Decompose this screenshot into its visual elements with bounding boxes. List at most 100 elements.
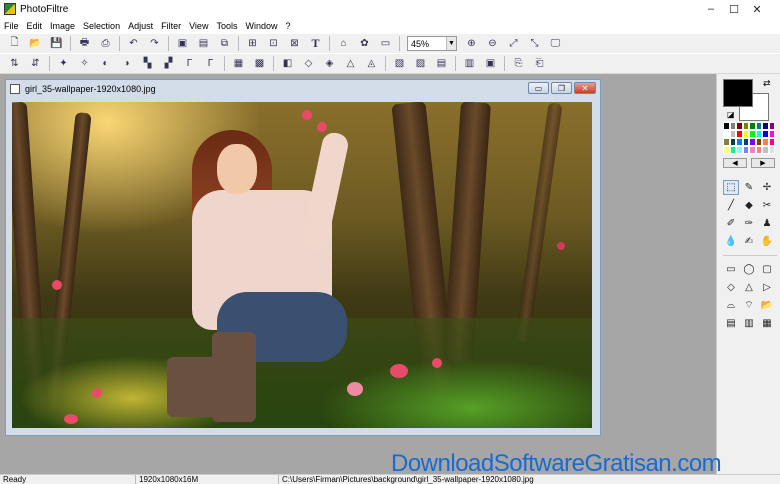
brush-icon[interactable]: ✐ [723, 216, 739, 231]
menu-adjust[interactable]: Adjust [124, 21, 157, 31]
scan-icon[interactable]: ⎙ [97, 36, 115, 52]
menu-window[interactable]: Window [241, 21, 281, 31]
rounded-rect-shape-icon[interactable]: ▢ [759, 262, 775, 277]
polygon-icon[interactable]: ⌔ [741, 298, 757, 313]
grayscale-icon[interactable]: ▦ [230, 56, 248, 72]
selection-tool-icon[interactable]: ⬚ [723, 180, 739, 195]
save-icon[interactable]: 💾 [48, 36, 66, 52]
fill-bucket-icon[interactable]: ◆ [741, 198, 757, 213]
spray-icon[interactable]: ✂ [759, 198, 775, 213]
browser-icon[interactable]: ⌂ [335, 36, 353, 52]
open-icon[interactable]: 📂 [27, 36, 45, 52]
rotate-left-icon[interactable]: ⎘ [510, 56, 528, 72]
palette-next-button[interactable]: ▶ [751, 158, 775, 168]
lasso-icon[interactable]: ⌓ [723, 298, 739, 313]
color-swatch[interactable] [768, 130, 775, 138]
diamond-shape-icon[interactable]: ◇ [723, 280, 739, 295]
toolbar-separator [385, 56, 386, 71]
align-center-icon[interactable]: ▥ [741, 316, 757, 331]
menu-view[interactable]: View [185, 21, 212, 31]
magic-wand-icon[interactable]: ✢ [759, 180, 775, 195]
undo-icon[interactable]: ↶ [125, 36, 143, 52]
menu-filter[interactable]: Filter [157, 21, 185, 31]
brightness-down-icon[interactable]: ✦ [55, 56, 73, 72]
text-icon[interactable]: T [307, 36, 325, 52]
foreground-color-swatch[interactable] [723, 79, 753, 107]
blur-icon[interactable]: ◧ [279, 56, 297, 72]
smudge-icon[interactable]: ✍ [741, 234, 757, 249]
document-window[interactable]: girl_35-wallpaper-1920x1080.jpg ▭ ❐ ✕ [5, 79, 601, 436]
gamma-up-icon[interactable]: Γ [202, 56, 220, 72]
crop-icon[interactable]: ⧉ [216, 36, 234, 52]
redo-icon[interactable]: ↷ [146, 36, 164, 52]
screen-icon[interactable]: 🖵 [547, 36, 565, 52]
flip-vertical-icon[interactable]: ▣ [482, 56, 500, 72]
align-left-icon[interactable]: ▤ [723, 316, 739, 331]
plugin-icon[interactable]: ✿ [356, 36, 374, 52]
color-swatch[interactable] [768, 122, 775, 130]
menu-tools[interactable]: Tools [212, 21, 241, 31]
fit-icon[interactable]: ⤢ [505, 36, 523, 52]
print-icon[interactable]: 🖶 [76, 36, 94, 52]
flip-horizontal-icon[interactable]: ▥ [461, 56, 479, 72]
zoom-in-icon[interactable]: ⊕ [463, 36, 481, 52]
menu-edit[interactable]: Edit [23, 21, 47, 31]
copy-layer-icon[interactable]: ▣ [174, 36, 192, 52]
stamp-icon[interactable]: ♟ [759, 216, 775, 231]
zoom-out-icon[interactable]: ⊖ [484, 36, 502, 52]
align-right-icon[interactable]: ▦ [759, 316, 775, 331]
new-icon[interactable]: 🗋 [6, 36, 24, 52]
pattern-icon[interactable]: ▤ [433, 56, 451, 72]
color-swatch[interactable] [768, 138, 775, 146]
swap-colors-icon[interactable]: ⇄ [763, 78, 771, 89]
gradient-icon[interactable]: ▧ [391, 56, 409, 72]
zoom-select[interactable]: 45% ▼ [407, 36, 457, 51]
texture-icon[interactable]: ▨ [412, 56, 430, 72]
saturation-down-icon[interactable]: ▚ [139, 56, 157, 72]
paste-icon[interactable]: ▤ [195, 36, 213, 52]
doc-minimize-button[interactable]: ▭ [528, 82, 549, 94]
sepia-icon[interactable]: ▩ [251, 56, 269, 72]
auto-contrast-icon[interactable]: ⇵ [27, 56, 45, 72]
gamma-down-icon[interactable]: Γ [181, 56, 199, 72]
hand-icon[interactable]: ✋ [759, 234, 775, 249]
menu-help[interactable]: ? [281, 21, 294, 31]
open-shape-icon[interactable]: 📂 [759, 298, 775, 313]
advanced-brush-icon[interactable]: ✑ [741, 216, 757, 231]
image-size-icon[interactable]: ⊡ [265, 36, 283, 52]
contrast-up-icon[interactable]: ◑ [118, 56, 136, 72]
palette-prev-button[interactable]: ◀ [723, 158, 747, 168]
blur-drop-icon[interactable]: 💧 [723, 234, 739, 249]
toolbar-separator [273, 56, 274, 71]
color-swatch[interactable] [768, 146, 775, 154]
document-title-bar[interactable]: girl_35-wallpaper-1920x1080.jpg [6, 80, 600, 97]
sharpen-icon[interactable]: ◈ [321, 56, 339, 72]
relief-icon[interactable]: ◬ [363, 56, 381, 72]
menu-file[interactable]: File [0, 21, 23, 31]
soften-icon[interactable]: ◇ [300, 56, 318, 72]
ellipse-shape-icon[interactable]: ◯ [741, 262, 757, 277]
doc-restore-button[interactable]: ❐ [551, 82, 572, 94]
canvas-size-icon[interactable]: ⊠ [286, 36, 304, 52]
triangle-shape-icon[interactable]: △ [741, 280, 757, 295]
contrast-down-icon[interactable]: ◐ [97, 56, 115, 72]
menu-selection[interactable]: Selection [79, 21, 124, 31]
doc-close-button[interactable]: ✕ [574, 82, 596, 94]
saturation-up-icon[interactable]: ▞ [160, 56, 178, 72]
brightness-up-icon[interactable]: ✧ [76, 56, 94, 72]
duplicate-icon[interactable]: ⊞ [244, 36, 262, 52]
fullscreen-icon[interactable]: ▭ [377, 36, 395, 52]
rectangle-shape-icon[interactable]: ▭ [723, 262, 739, 277]
line-tool-icon[interactable]: ╱ [723, 198, 739, 213]
emboss-icon[interactable]: △ [342, 56, 360, 72]
menu-image[interactable]: Image [46, 21, 79, 31]
image-canvas[interactable] [12, 102, 592, 428]
arrow-shape-icon[interactable]: ▷ [759, 280, 775, 295]
color-picker-icon[interactable]: ✎ [741, 180, 757, 195]
reset-colors-icon[interactable]: ◪ [727, 110, 735, 119]
close-button[interactable]: ✕ [734, 0, 780, 18]
rotate-right-icon[interactable]: ⎗ [531, 56, 549, 72]
auto-level-icon[interactable]: ⇅ [6, 56, 24, 72]
chevron-down-icon[interactable]: ▼ [446, 37, 456, 50]
actual-size-icon[interactable]: ⤡ [526, 36, 544, 52]
